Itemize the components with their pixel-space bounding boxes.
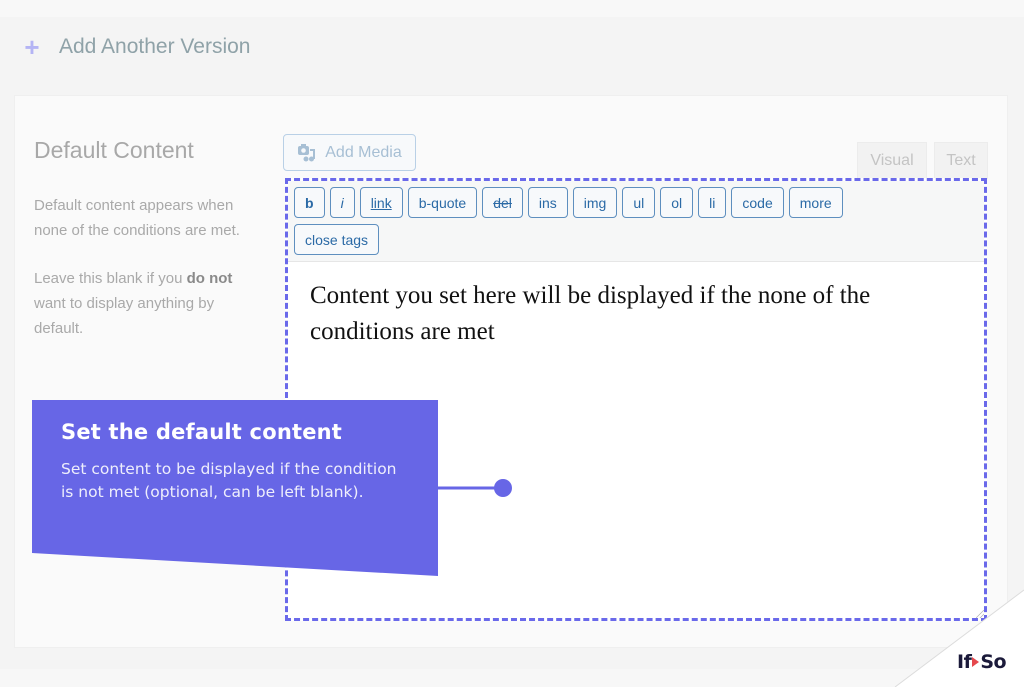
add-another-version-label: Add Another Version	[59, 35, 251, 58]
logo-arrow-icon	[972, 657, 980, 667]
quicktag-ol-button[interactable]: ol	[660, 187, 694, 218]
section-description: Default content appears when none of the…	[34, 193, 244, 364]
tab-text[interactable]: Text	[934, 142, 988, 179]
ifso-logo: If So	[957, 651, 1007, 673]
quicktag-li-button[interactable]: li	[698, 187, 727, 218]
quicktag-code-button[interactable]: code	[731, 187, 784, 218]
quicktag-close-tags-button[interactable]: close tags	[294, 224, 380, 255]
callout-body: Set content to be displayed if the condi…	[61, 460, 397, 501]
editor-textarea[interactable]: Content you set here will be displayed i…	[288, 262, 984, 366]
media-icon	[298, 143, 316, 161]
description-1: Default content appears when none of the…	[34, 197, 240, 239]
content-editor: b i link b-quote del ins img ul ol li co…	[285, 178, 987, 621]
quicktag-ins-button[interactable]: ins	[527, 187, 568, 218]
plus-icon: +	[24, 32, 40, 62]
quicktag-more-button[interactable]: more	[788, 187, 843, 218]
top-strip	[0, 0, 1024, 17]
quicktags-toolbar: b i link b-quote del ins img ul ol li co…	[288, 181, 984, 262]
quicktag-del-button[interactable]: del	[482, 187, 523, 218]
description-2: Leave this blank if you do not want to d…	[34, 270, 233, 337]
add-another-version-button[interactable]: + Add Another Version	[20, 33, 250, 61]
quicktag-img-button[interactable]: img	[572, 187, 618, 218]
resize-handle[interactable]	[976, 610, 984, 618]
bottom-strip	[0, 669, 1024, 687]
quicktag-ul-button[interactable]: ul	[622, 187, 656, 218]
section-title: Default Content	[34, 137, 194, 163]
quicktag-link-button[interactable]: link	[359, 187, 403, 218]
callout: Set the default content Set content to b…	[61, 420, 411, 504]
callout-title: Set the default content	[61, 420, 343, 444]
tab-visual[interactable]: Visual	[857, 142, 927, 179]
quicktag-italic-button[interactable]: i	[329, 187, 355, 218]
quicktag-blockquote-button[interactable]: b-quote	[407, 187, 478, 218]
add-media-label: Add Media	[325, 143, 402, 161]
quicktag-bold-button[interactable]: b	[294, 187, 325, 218]
add-media-button[interactable]: Add Media	[283, 134, 416, 171]
